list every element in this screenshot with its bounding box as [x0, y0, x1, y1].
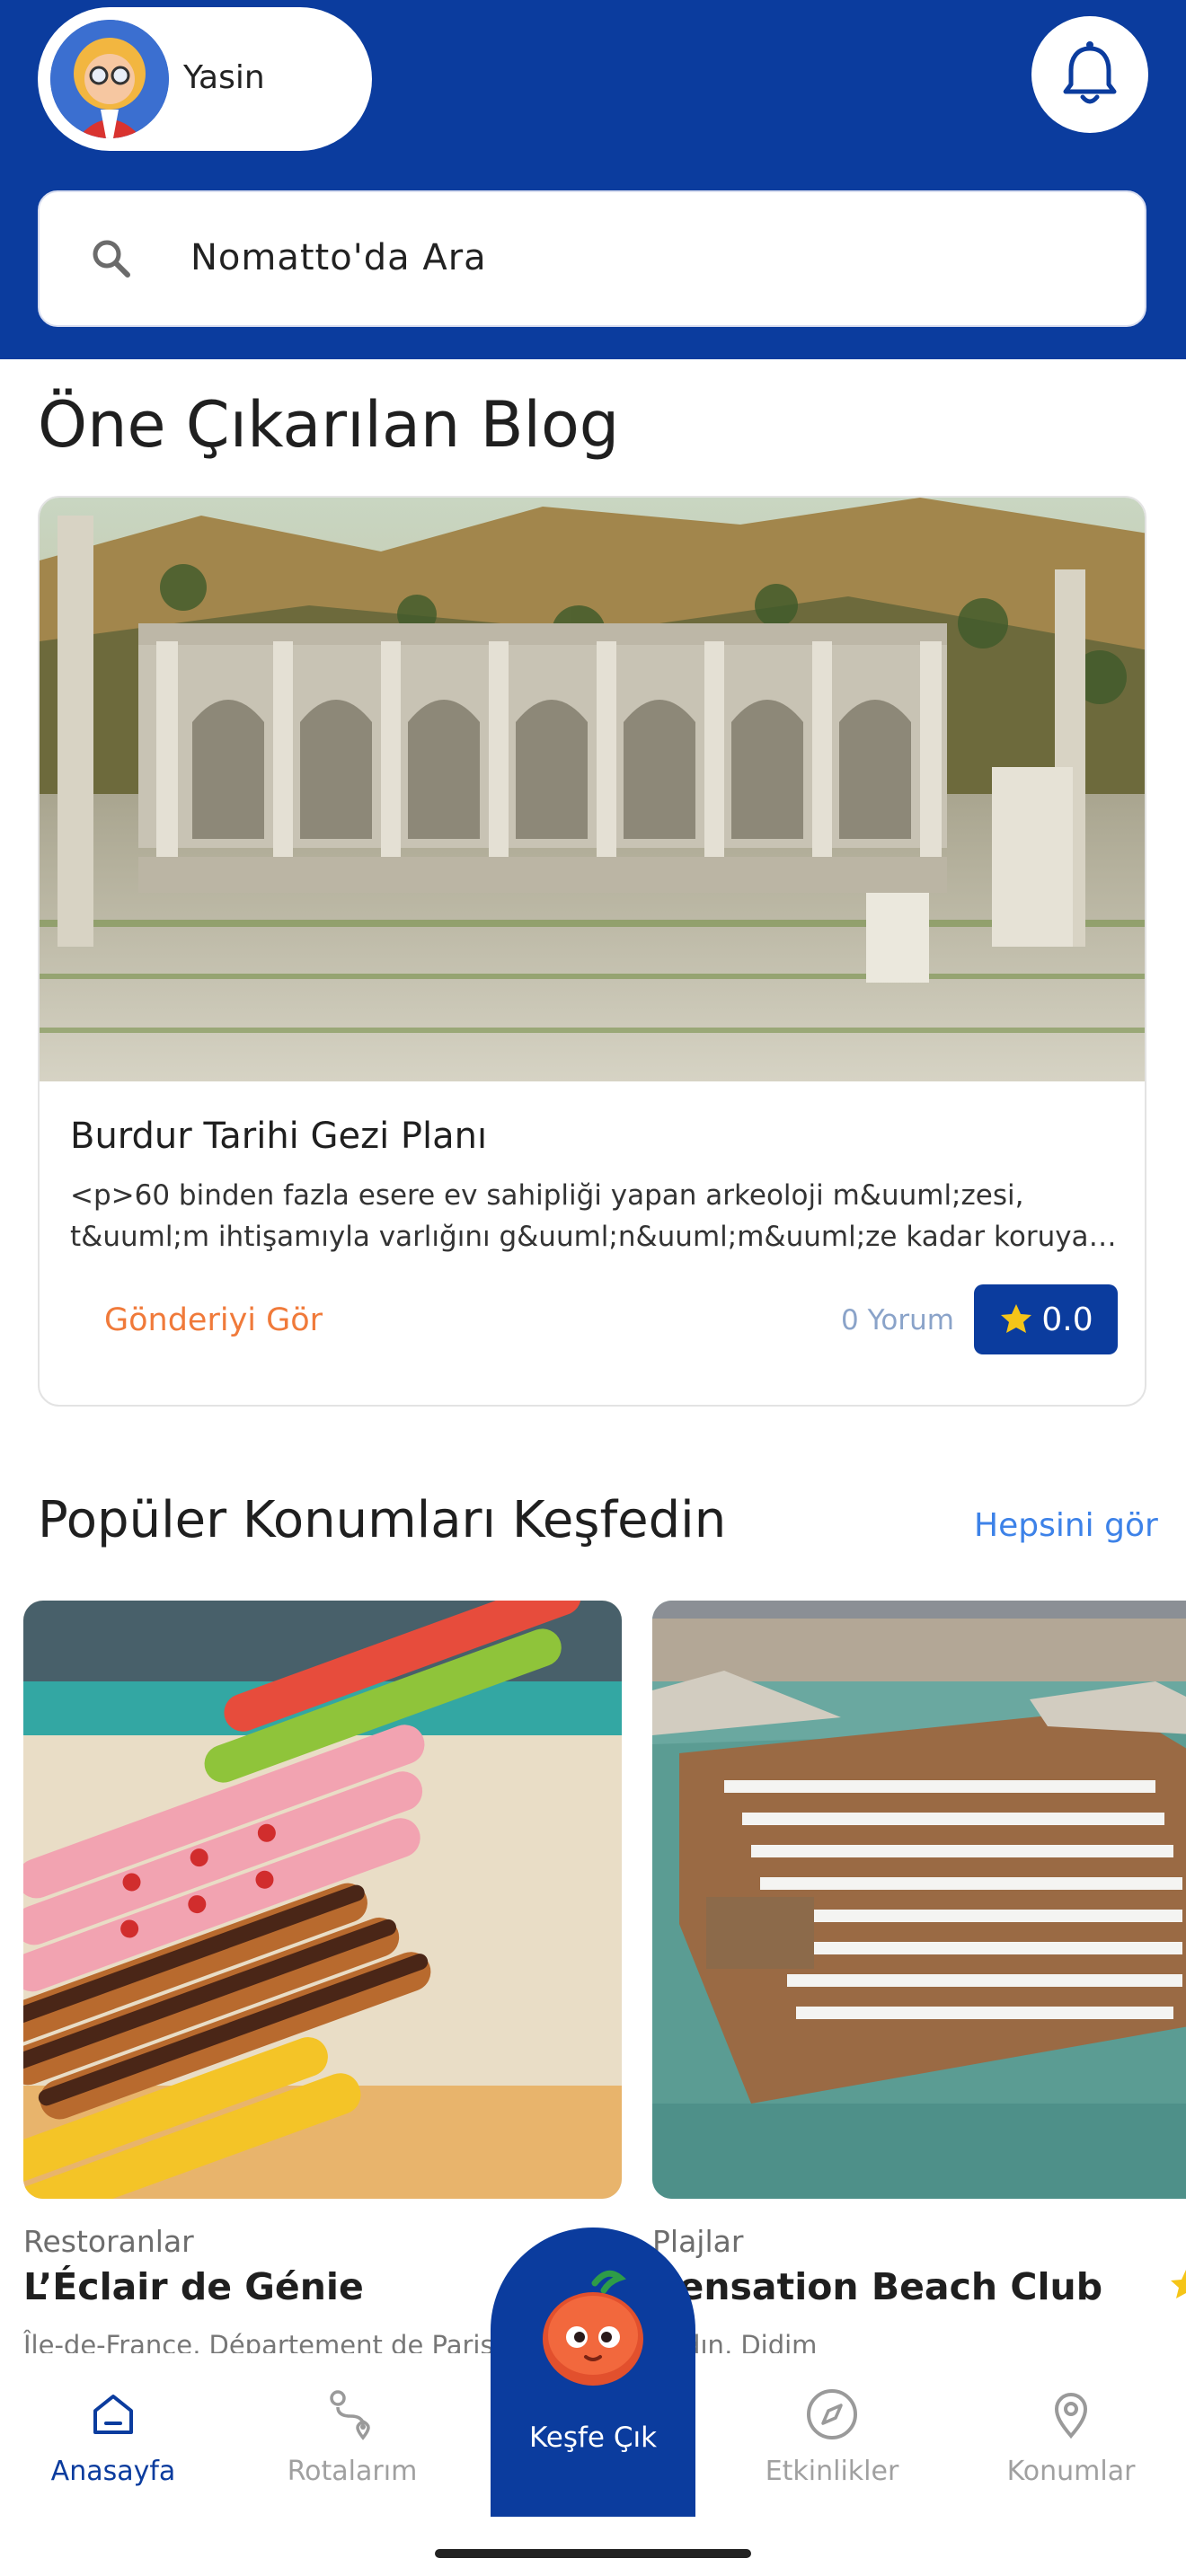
location-name[interactable]: Sensation Beach Club: [652, 2265, 1102, 2308]
featured-blog-title: Öne Çıkarılan Blog: [38, 388, 620, 462]
home-icon: [93, 2395, 133, 2434]
see-all-link[interactable]: Hepsini gör: [974, 1507, 1158, 1544]
star-icon: [1171, 2270, 1186, 2298]
avatar[interactable]: [50, 20, 169, 138]
search-input[interactable]: Nomatto'da Ara: [38, 190, 1146, 327]
home-indicator[interactable]: [435, 2549, 751, 2558]
comment-count[interactable]: 0 Yorum: [841, 1304, 954, 1337]
popular-locations-title: Popüler Konumları Keşfedin: [38, 1491, 727, 1549]
pastry-photo: [23, 1601, 622, 2199]
nav-item-events[interactable]: Etkinlikler: [742, 2386, 922, 2487]
explore-label: Keşfe Çık: [528, 2422, 658, 2454]
mascot-icon: [543, 2270, 643, 2386]
nav-item-home[interactable]: Anasayfa: [23, 2386, 203, 2487]
user-name: Yasin: [183, 59, 265, 96]
star-icon: [1001, 1304, 1032, 1333]
blog-excerpt-line: t&uuml;m ihtişamıyla varlığını g&uuml;n&…: [70, 1221, 1121, 1253]
blog-post-excerpt: <p>60 binden fazla esere ev sahipliği ya…: [70, 1175, 1121, 1257]
nav-item-routes[interactable]: Rotalarım: [262, 2386, 442, 2487]
location-category: Restoranlar: [23, 2224, 194, 2259]
location-category: Plajlar: [652, 2224, 744, 2259]
blog-post-title[interactable]: Burdur Tarihi Gezi Planı: [70, 1116, 487, 1157]
nav-item-locations[interactable]: Konumlar: [981, 2386, 1161, 2487]
location-name[interactable]: L’Éclair de Génie: [23, 2265, 364, 2308]
rating-value: 0.0: [1041, 1301, 1093, 1338]
see-post-button[interactable]: Gönderiyi Gör: [104, 1302, 323, 1338]
blog-cover-image: [40, 498, 1145, 1081]
blog-excerpt-line: <p>60 binden fazla esere ev sahipliği ya…: [70, 1179, 1024, 1212]
nav-label: Etkinlikler: [765, 2456, 899, 2487]
search-icon: [93, 240, 130, 278]
search-placeholder: Nomatto'da Ara: [190, 237, 487, 278]
nav-label: Rotalarım: [287, 2456, 418, 2487]
rating-badge: 0.0: [974, 1284, 1118, 1354]
explore-button[interactable]: Keşfe Çık: [491, 2228, 695, 2517]
bell-icon: [1063, 41, 1117, 104]
location-pin-icon: [1054, 2393, 1088, 2439]
beach-club-photo: [652, 1601, 1186, 2199]
user-profile-chip[interactable]: Yasin: [38, 7, 372, 151]
notifications-button[interactable]: [1031, 16, 1148, 133]
location-card-image[interactable]: [652, 1601, 1186, 2199]
compass-icon: [807, 2389, 857, 2439]
nav-label: Anasayfa: [50, 2456, 176, 2487]
app-header: Yasin Nomatto'da Ara: [0, 0, 1186, 359]
location-card-image[interactable]: [23, 1601, 622, 2199]
blog-card[interactable]: Burdur Tarihi Gezi Planı <p>60 binden fa…: [38, 496, 1146, 1407]
route-icon: [330, 2390, 370, 2440]
nav-label: Konumlar: [1006, 2456, 1136, 2487]
